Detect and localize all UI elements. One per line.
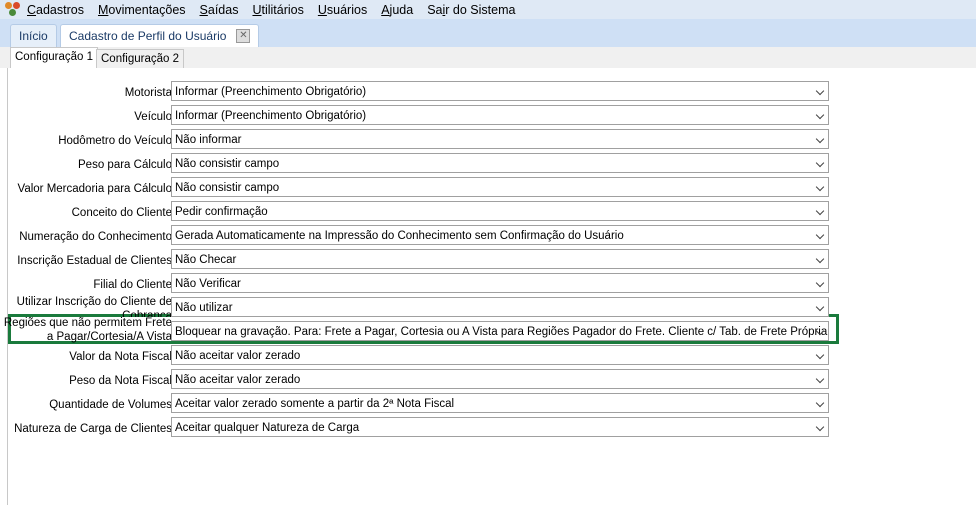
chevron-down-icon[interactable] <box>815 374 825 384</box>
select-value: Não Checar <box>175 254 237 266</box>
field-label: Veículo <box>134 111 172 123</box>
field-label: Peso da Nota Fiscal <box>69 375 172 387</box>
field-select[interactable]: Não utilizar <box>171 297 829 317</box>
select-value: Aceitar valor zerado somente a partir da… <box>175 398 455 410</box>
field-select[interactable]: Não consistir campo <box>171 177 829 197</box>
chevron-down-icon[interactable] <box>815 350 825 360</box>
chevron-down-icon[interactable] <box>815 278 825 288</box>
tab-cadastro-perfil[interactable]: Cadastro de Perfil do Usuário ✕ <box>60 24 260 47</box>
chevron-down-icon[interactable] <box>815 158 825 168</box>
field-label: Filial do Cliente <box>93 279 172 291</box>
chevron-down-icon[interactable] <box>815 302 825 312</box>
field-label: Conceito do Cliente <box>71 207 172 219</box>
select-value: Aceitar qualquer Natureza de Carga <box>175 422 360 434</box>
app-logo-icon <box>5 1 21 18</box>
tab-configuracao-1[interactable]: Configuração 1 <box>10 47 98 68</box>
field-label: Peso para Cálculo <box>78 159 172 171</box>
field-row: Motorista Informar (Preenchimento Obriga… <box>8 81 838 103</box>
menu-sair[interactable]: Sair do Sistema <box>427 3 515 17</box>
select-value: Informar (Preenchimento Obrigatório) <box>175 86 367 98</box>
field-select[interactable]: Aceitar valor zerado somente a partir da… <box>171 393 829 413</box>
field-select[interactable]: Não informar <box>171 129 829 149</box>
tab-inicio[interactable]: Início <box>10 24 57 47</box>
menu-usuarios[interactable]: Usuários <box>318 3 367 17</box>
field-select[interactable]: Informar (Preenchimento Obrigatório) <box>171 81 829 101</box>
chevron-down-icon[interactable] <box>815 86 825 96</box>
chevron-down-icon[interactable] <box>815 230 825 240</box>
select-value: Gerada Automaticamente na Impressão do C… <box>175 230 624 242</box>
field-select[interactable]: Não aceitar valor zerado <box>171 369 829 389</box>
select-value: Não aceitar valor zerado <box>175 374 301 386</box>
field-select[interactable]: Bloquear na gravação. Para: Frete a Paga… <box>171 321 829 341</box>
field-label: Inscrição Estadual de Clientes <box>17 255 172 267</box>
select-value: Não Verificar <box>175 278 241 290</box>
field-select[interactable]: Não Verificar <box>171 273 829 293</box>
field-select[interactable]: Não aceitar valor zerado <box>171 345 829 365</box>
menu-utilitarios[interactable]: Utilitários <box>252 3 303 17</box>
chevron-down-icon[interactable] <box>815 206 825 216</box>
field-row: Veículo Informar (Preenchimento Obrigató… <box>8 105 838 127</box>
menu-cadastros[interactable]: Cadastros <box>27 3 84 17</box>
select-value: Não consistir campo <box>175 158 280 170</box>
field-select[interactable]: Pedir confirmação <box>171 201 829 221</box>
select-value: Não aceitar valor zerado <box>175 350 301 362</box>
field-label: Valor Mercadoria para Cálculo <box>17 183 172 195</box>
sub-tab-bar: Configuração 1 Configuração 2 <box>0 47 976 69</box>
tab-label: Início <box>19 29 48 43</box>
tab-bar: Início Cadastro de Perfil do Usuário ✕ <box>0 19 976 48</box>
field-select[interactable]: Não consistir campo <box>171 153 829 173</box>
tab-configuracao-2[interactable]: Configuração 2 <box>96 49 184 69</box>
field-row: Valor da Nota Fiscal Não aceitar valor z… <box>8 345 838 367</box>
field-label: Utilizar Inscrição do Cliente de Cobranç… <box>16 296 172 317</box>
select-value: Pedir confirmação <box>175 206 268 218</box>
field-label: Quantidade de Volumes <box>49 399 172 411</box>
field-select[interactable]: Aceitar qualquer Natureza de Carga <box>171 417 829 437</box>
field-label: Valor da Nota Fiscal <box>69 351 172 363</box>
field-select[interactable]: Gerada Automaticamente na Impressão do C… <box>171 225 829 245</box>
menu-ajuda[interactable]: Ajuda <box>381 3 413 17</box>
select-value: Não informar <box>175 134 242 146</box>
tab-label: Cadastro de Perfil do Usuário <box>69 29 227 43</box>
field-row: Valor Mercadoria para Cálculo Não consis… <box>8 177 838 199</box>
field-select[interactable]: Informar (Preenchimento Obrigatório) <box>171 105 829 125</box>
menu-saidas[interactable]: Saídas <box>200 3 239 17</box>
chevron-down-icon[interactable] <box>815 182 825 192</box>
config-panel: Motorista Informar (Preenchimento Obriga… <box>4 68 976 505</box>
field-row: Peso para Cálculo Não consistir campo <box>8 153 838 175</box>
field-row: Natureza de Carga de Clientes Aceitar qu… <box>8 417 838 439</box>
chevron-down-icon[interactable] <box>815 422 825 432</box>
field-row: Quantidade de Volumes Aceitar valor zera… <box>8 393 838 415</box>
select-value: Não consistir campo <box>175 182 280 194</box>
select-value: Informar (Preenchimento Obrigatório) <box>175 110 367 122</box>
field-row: Hodômetro do Veículo Não informar <box>8 129 838 151</box>
menu-movimentacoes[interactable]: Movimentações <box>98 3 186 17</box>
chevron-down-icon[interactable] <box>815 254 825 264</box>
menu-bar: Cadastros Movimentações Saídas Utilitári… <box>0 0 976 19</box>
field-label: Numeração do Conhecimento <box>19 231 172 243</box>
field-label: Regiões que não permitem Frete a Pagar/C… <box>3 317 172 343</box>
field-select[interactable]: Não Checar <box>171 249 829 269</box>
select-value: Bloquear na gravação. Para: Frete a Paga… <box>175 326 828 338</box>
field-row: Conceito do Cliente Pedir confirmação <box>8 201 838 223</box>
field-row: Numeração do Conhecimento Gerada Automat… <box>8 225 838 247</box>
field-row: Peso da Nota Fiscal Não aceitar valor ze… <box>8 369 838 391</box>
field-label: Motorista <box>124 87 172 99</box>
field-row: Regiões que não permitem Frete a Pagar/C… <box>4 317 838 343</box>
chevron-down-icon[interactable] <box>815 134 825 144</box>
field-row: Inscrição Estadual de Clientes Não Checa… <box>8 249 838 271</box>
close-icon[interactable]: ✕ <box>236 29 251 43</box>
chevron-down-icon[interactable] <box>815 110 825 120</box>
field-label: Natureza de Carga de Clientes <box>14 423 172 435</box>
field-row: Filial do Cliente Não Verificar <box>8 273 838 295</box>
field-label: Hodômetro do Veículo <box>58 135 172 147</box>
chevron-down-icon[interactable] <box>815 398 825 408</box>
select-value: Não utilizar <box>175 302 233 314</box>
